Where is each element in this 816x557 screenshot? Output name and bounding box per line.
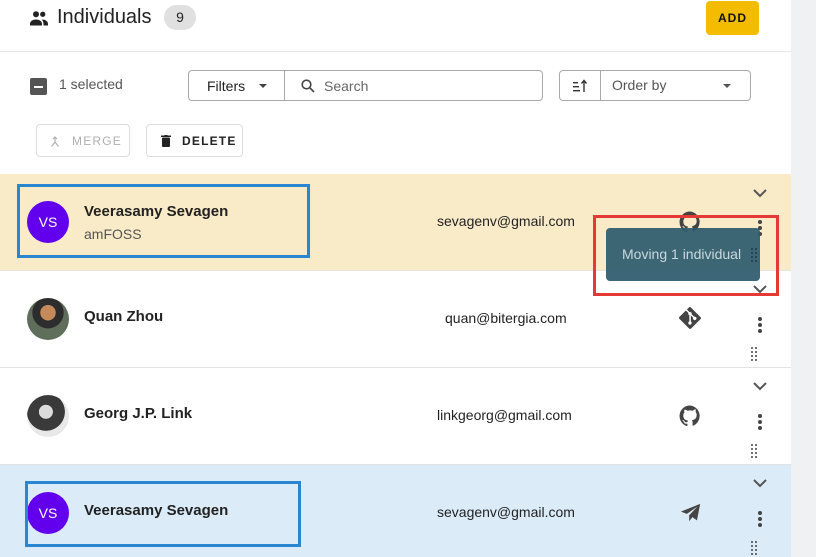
individual-email: linkgeorg@gmail.com [437, 407, 572, 423]
chevron-down-icon[interactable] [752, 478, 768, 488]
select-all-checkbox[interactable] [30, 78, 47, 95]
more-options-icon[interactable] [756, 413, 764, 431]
drag-preview-toast: Moving 1 individual [606, 228, 760, 281]
individual-email: sevagenv@gmail.com [437, 504, 575, 520]
header: Individuals 9 ADD [0, 0, 791, 52]
caret-down-icon [259, 84, 267, 88]
merge-label: MERGE [72, 134, 123, 148]
more-options-icon[interactable] [756, 510, 764, 528]
search-icon [301, 79, 315, 93]
avatar [27, 395, 69, 437]
chevron-down-icon[interactable] [752, 188, 768, 198]
order-by-select[interactable]: Order by [600, 70, 751, 101]
git-icon [679, 307, 701, 329]
toolbar: 1 selected Filters Order by MERGE [0, 52, 791, 174]
drag-handle-icon[interactable] [750, 540, 758, 557]
add-button[interactable]: ADD [706, 1, 759, 35]
drag-handle-icon[interactable] [750, 247, 758, 265]
individual-email: quan@bitergia.com [445, 310, 567, 326]
scrollbar-track[interactable] [791, 0, 816, 557]
individual-name[interactable]: Georg J.P. Link [84, 405, 192, 422]
individual-name[interactable]: Quan Zhou [84, 308, 163, 325]
chevron-down-icon[interactable] [752, 381, 768, 391]
drag-preview-text: Moving 1 individual [622, 246, 742, 262]
order-by-label: Order by [612, 77, 667, 93]
more-options-icon[interactable] [756, 316, 764, 334]
avatar [27, 298, 69, 340]
individual-email: sevagenv@gmail.com [437, 213, 575, 229]
delete-button[interactable]: DELETE [146, 124, 243, 157]
individual-row[interactable]: Georg J.P. Link linkgeorg@gmail.com [0, 368, 791, 465]
caret-down-icon [723, 84, 731, 88]
people-icon [30, 11, 48, 26]
individuals-panel: Individuals 9 ADD 1 selected Filters Ord… [0, 0, 791, 557]
count-badge: 9 [164, 5, 196, 30]
drag-source-highlight [17, 184, 310, 258]
drop-target-highlight [25, 481, 301, 547]
selected-count: 1 selected [59, 76, 123, 92]
drag-handle-icon[interactable] [750, 346, 758, 364]
page-title: Individuals [57, 6, 152, 28]
merge-button[interactable]: MERGE [36, 124, 130, 157]
telegram-icon [680, 503, 701, 522]
sort-direction-button[interactable] [559, 70, 601, 101]
drag-handle-icon[interactable] [750, 443, 758, 461]
filters-button[interactable]: Filters [188, 70, 285, 101]
search-input[interactable] [324, 71, 534, 100]
delete-label: DELETE [182, 134, 237, 148]
search-field[interactable] [284, 70, 543, 101]
github-icon [679, 405, 700, 427]
filters-label: Filters [207, 77, 246, 94]
merge-icon [51, 136, 59, 147]
trash-icon [161, 135, 171, 147]
sort-ascending-icon [573, 79, 588, 92]
